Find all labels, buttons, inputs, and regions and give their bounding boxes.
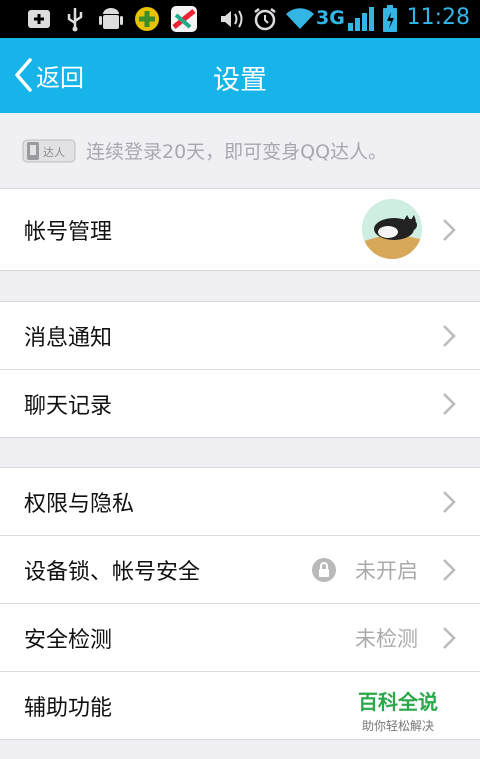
battery-icon xyxy=(382,5,398,32)
nav-bar: 返回 设置 xyxy=(0,38,480,113)
privacy-label: 权限与隐私 xyxy=(24,491,135,517)
accessibility-row[interactable]: 辅助功能 百科全说 助你轻松解决 xyxy=(0,672,480,739)
app-icon xyxy=(134,6,160,32)
chevron-right-icon xyxy=(443,490,456,513)
login-streak-notice[interactable]: 达人 连续登录20天，即可变身QQ达人。 xyxy=(0,113,480,189)
device-lock-label: 设备锁、帐号安全 xyxy=(24,559,201,585)
security-check-label: 安全检测 xyxy=(24,627,113,653)
chevron-right-icon xyxy=(443,324,456,347)
security-check-status: 未检测 xyxy=(355,626,418,651)
chat-history-row[interactable]: 聊天记录 xyxy=(0,370,480,437)
chevron-right-icon xyxy=(443,558,456,581)
avatar xyxy=(362,199,422,259)
wifi-icon xyxy=(284,6,316,32)
alarm-icon xyxy=(252,6,278,32)
device-lock-status: 未开启 xyxy=(355,558,418,583)
watermark-main: 百科全说 xyxy=(358,690,438,714)
accessibility-label: 辅助功能 xyxy=(24,695,113,721)
status-bar: 3G 11:28 xyxy=(0,0,480,38)
talent-badge-icon: 达人 xyxy=(22,139,76,169)
clock: 11:28 xyxy=(406,5,470,30)
badge-label: 达人 xyxy=(43,146,65,159)
watermark-sub: 助你轻松解决 xyxy=(361,719,434,733)
account-management-label: 帐号管理 xyxy=(24,219,113,245)
account-management-row[interactable]: 帐号管理 xyxy=(0,189,480,270)
chevron-right-icon xyxy=(443,218,456,241)
android-debug-icon xyxy=(98,6,124,32)
usb-icon xyxy=(64,6,86,32)
message-notification-label: 消息通知 xyxy=(24,325,113,351)
notice-text: 连续登录20天，即可变身QQ达人。 xyxy=(86,141,388,163)
chat-history-label: 聊天记录 xyxy=(24,393,113,419)
device-lock-row[interactable]: 设备锁、帐号安全 未开启 xyxy=(0,536,480,604)
watermark-logo: 百科全说 助你轻松解决 xyxy=(358,686,438,734)
chevron-right-icon xyxy=(443,626,456,649)
privacy-row[interactable]: 权限与隐私 xyxy=(0,468,480,536)
messaging-section: 消息通知 聊天记录 xyxy=(0,301,480,438)
security-check-row[interactable]: 安全检测 未检测 xyxy=(0,604,480,672)
signal-icon xyxy=(346,6,376,32)
account-section: 帐号管理 xyxy=(0,188,480,271)
notification-plus-icon xyxy=(26,6,52,32)
page-title: 设置 xyxy=(213,65,267,96)
security-section: 权限与隐私 设备锁、帐号安全 未开启 安全检测 未检测 辅助功能 百科全说 助你… xyxy=(0,467,480,740)
lock-icon xyxy=(312,557,336,582)
vibrate-icon xyxy=(218,6,244,32)
chevron-right-icon xyxy=(443,392,456,415)
network-type: 3G xyxy=(316,7,345,29)
app-icon xyxy=(170,6,198,32)
message-notification-row[interactable]: 消息通知 xyxy=(0,302,480,370)
